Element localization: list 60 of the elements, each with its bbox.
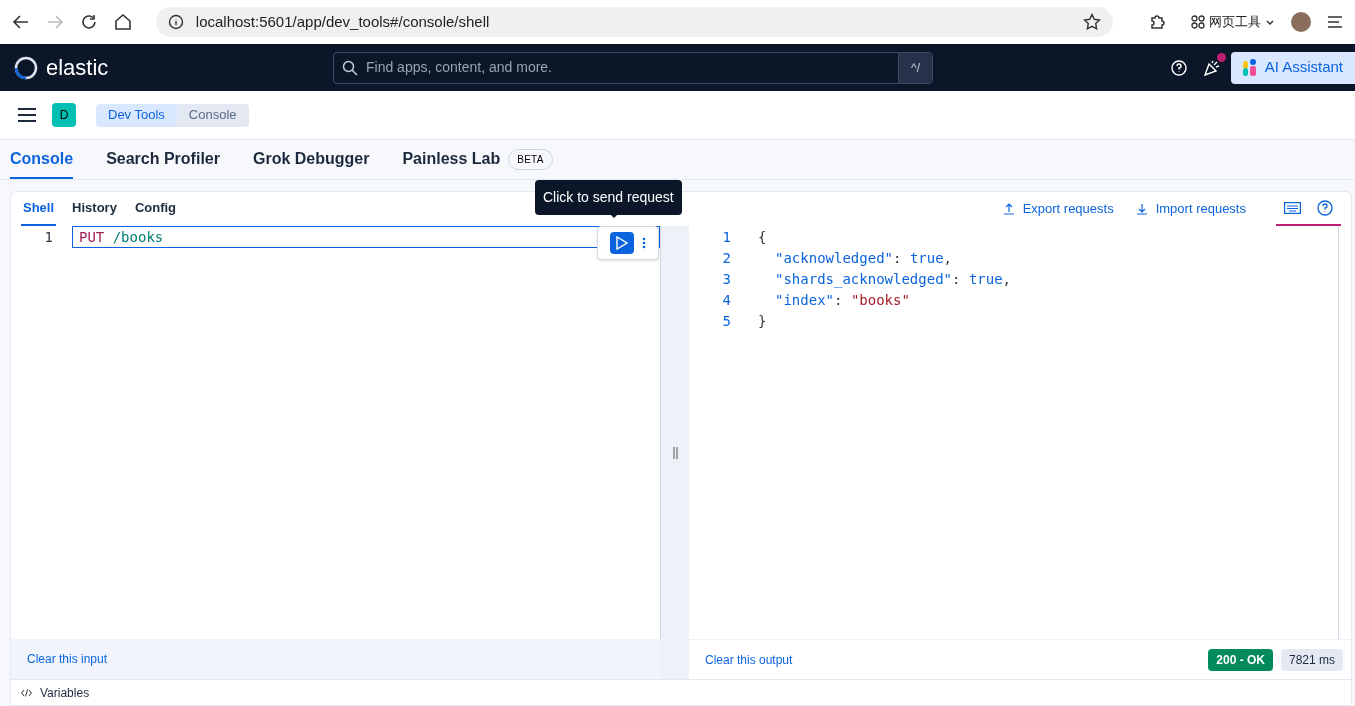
- menu-icon[interactable]: [18, 108, 36, 122]
- tooltip: Click to send request: [535, 180, 682, 215]
- clear-input-link[interactable]: Clear this input: [27, 650, 108, 668]
- breadcrumb[interactable]: Dev Tools: [96, 103, 177, 127]
- logo-icon: [14, 55, 38, 80]
- keyboard-icon[interactable]: [1284, 202, 1301, 214]
- subtab[interactable]: Config: [132, 192, 179, 226]
- subtab[interactable]: History: [70, 192, 119, 226]
- code-icon: [21, 688, 32, 697]
- shortcut-key: ^/: [898, 52, 932, 83]
- send-request-button[interactable]: [610, 232, 634, 254]
- reload-icon[interactable]: [79, 13, 98, 31]
- party-icon[interactable]: [1202, 58, 1221, 77]
- code-line: "acknowledged": true,: [775, 249, 953, 268]
- grid-icon: [1191, 15, 1206, 29]
- code-line: "shards_acknowledged": true,: [775, 270, 1012, 290]
- subtab[interactable]: Shell: [21, 192, 57, 226]
- download-icon: [1135, 203, 1148, 215]
- search-icon: [342, 59, 358, 76]
- more-icon[interactable]: [642, 237, 646, 249]
- address-bar[interactable]: localhost:5601/app/dev_tools#/console/shell: [155, 7, 1114, 37]
- tab[interactable]: Painless Lab: [402, 140, 501, 179]
- upload-icon: [1002, 203, 1015, 215]
- breadcrumb[interactable]: Console: [176, 103, 249, 127]
- tab[interactable]: Grok Debugger: [252, 140, 370, 179]
- drag-handle-icon: [672, 446, 678, 459]
- star-icon[interactable]: [1083, 13, 1102, 31]
- line-number: 4: [721, 291, 731, 310]
- action-link[interactable]: Import requests: [1135, 192, 1246, 226]
- duration-badge: 7821 ms: [1280, 648, 1343, 671]
- line-number: 3: [721, 270, 731, 289]
- action-link[interactable]: Export requests: [1002, 192, 1114, 226]
- tooltip-arrow: [608, 212, 620, 218]
- info-icon: [167, 14, 184, 30]
- space-avatar[interactable]: D: [52, 103, 76, 127]
- search-input[interactable]: Find apps, content, and more.: [366, 57, 899, 78]
- ai-assistant-button[interactable]: AI Assistant: [1230, 51, 1355, 84]
- clear-output-link[interactable]: Clear this output: [705, 650, 793, 669]
- avatar[interactable]: [1291, 12, 1312, 32]
- play-icon: [616, 236, 628, 250]
- home-icon[interactable]: [113, 13, 132, 31]
- line-number: 5: [721, 312, 731, 331]
- code-line: {: [758, 228, 767, 247]
- url-text: localhost:5601/app/dev_tools#/console/shell: [195, 11, 491, 32]
- logo-text[interactable]: elastic: [46, 51, 109, 84]
- variables-toggle[interactable]: Variables: [40, 683, 90, 702]
- line-number: 1: [721, 228, 731, 247]
- toolbar-button[interactable]: 网页工具: [1191, 12, 1276, 32]
- code-line: "index": "books": [775, 291, 910, 310]
- search-bar[interactable]: Find apps, content, and more. ^/: [333, 51, 933, 84]
- resize-handle[interactable]: [661, 226, 689, 679]
- code-line: }: [758, 312, 767, 331]
- puzzle-icon[interactable]: [1149, 13, 1168, 31]
- back-icon[interactable]: [12, 13, 30, 31]
- tab[interactable]: Search Profiler: [106, 140, 220, 179]
- chevron-icon: [1265, 17, 1276, 27]
- assistant-icon: [1242, 58, 1257, 77]
- line-number: 2: [721, 249, 731, 268]
- status-badge: 200 - OK: [1208, 648, 1273, 671]
- line-number: 1: [43, 227, 53, 247]
